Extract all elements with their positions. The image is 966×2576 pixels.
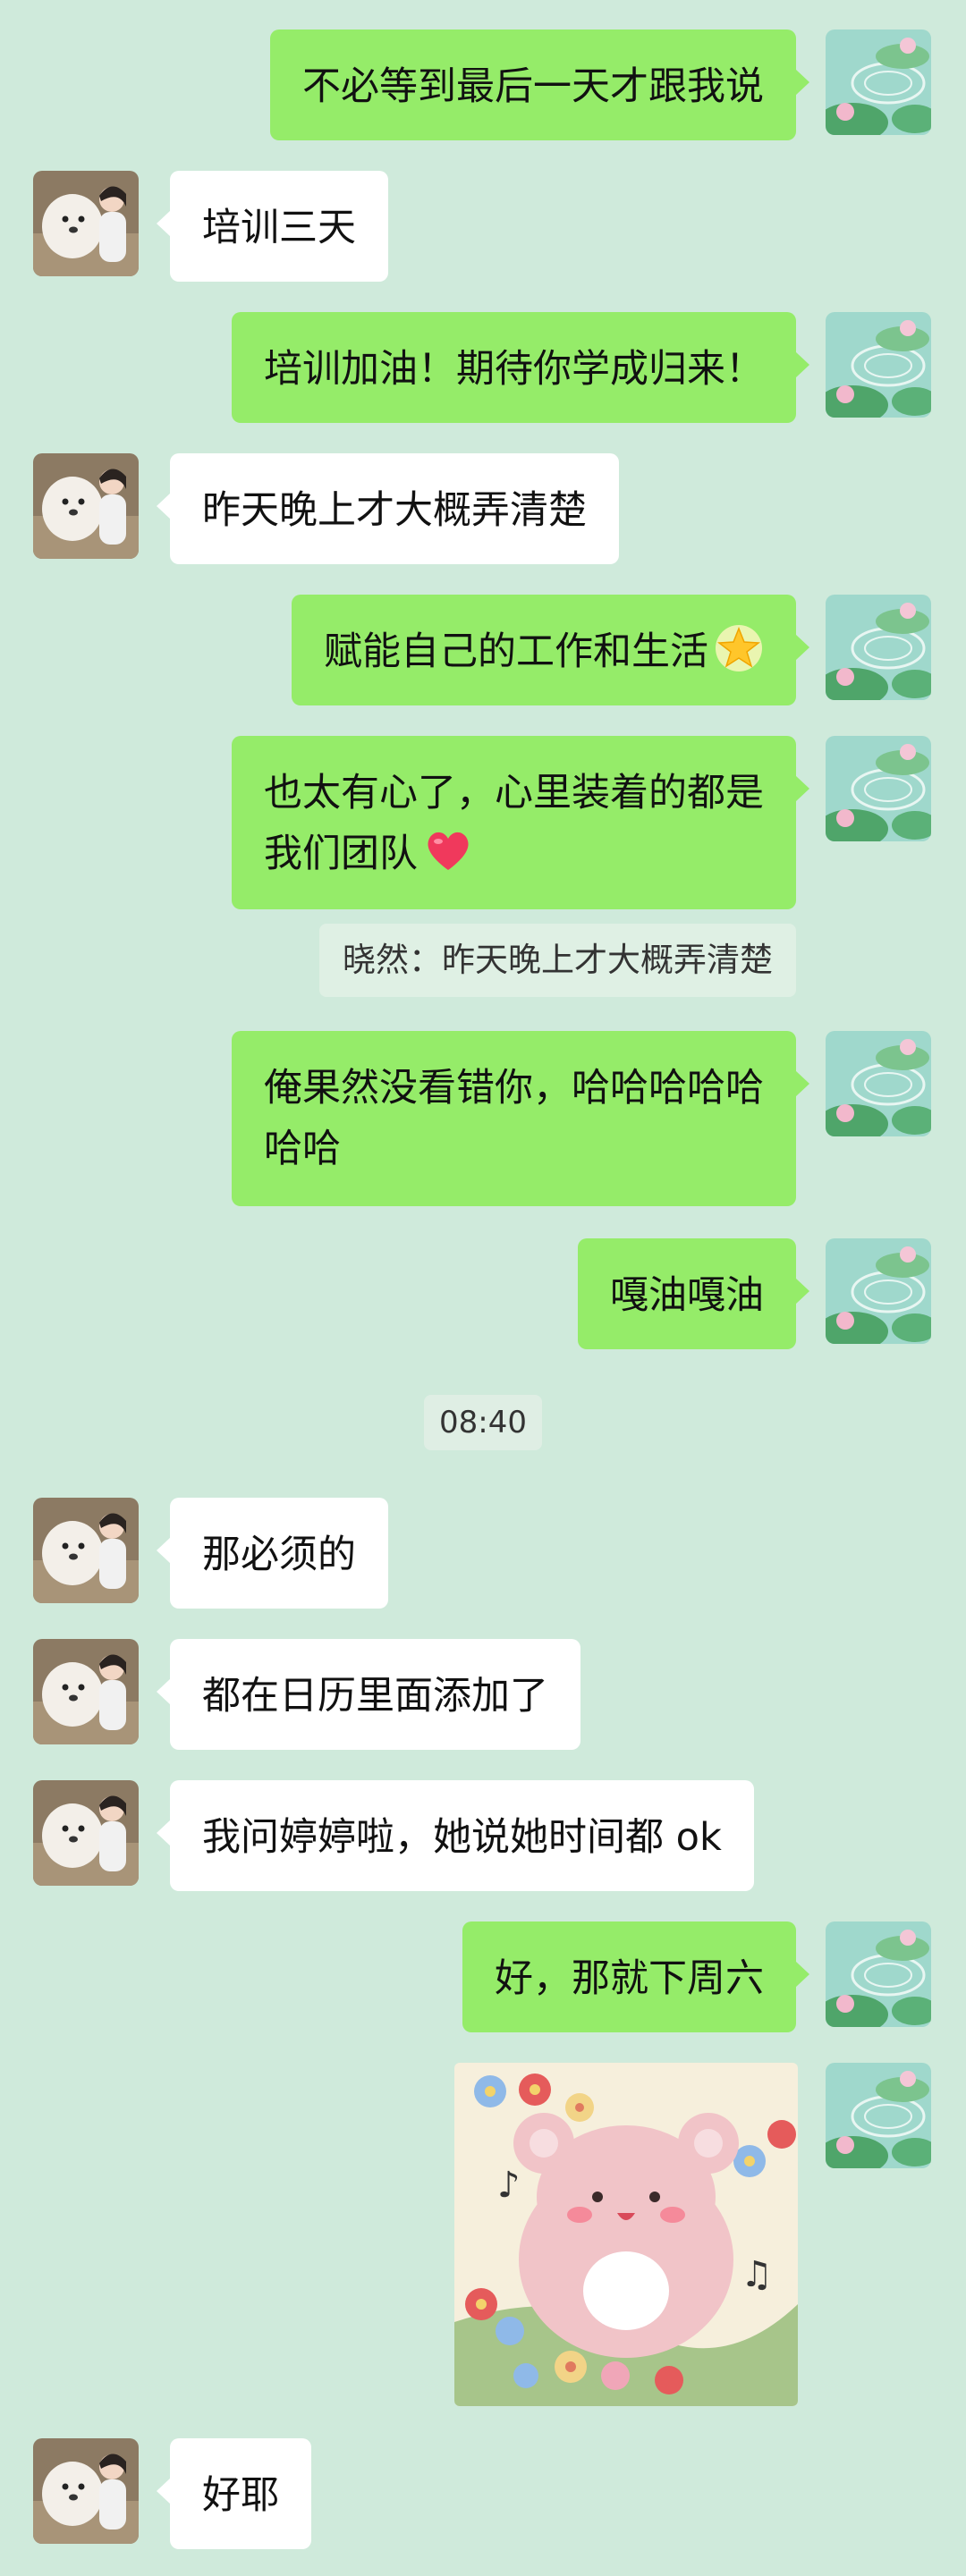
message-text: 赋能自己的工作和生活 — [324, 629, 708, 674]
my-avatar[interactable] — [826, 1921, 931, 2027]
bear-sticker-icon: ♪ ♫ — [454, 2063, 798, 2406]
timestamp: 08:40 — [424, 1395, 542, 1450]
my-avatar[interactable] — [826, 312, 931, 418]
message-bubble-outgoing[interactable]: 也太有心了，心里装着的都是 我们团队 — [232, 736, 809, 909]
message-text: 昨天晚上才大概弄清楚 — [202, 488, 587, 533]
message-bubble-incoming[interactable]: 我问婷婷啦，她说她时间都 ok — [157, 1780, 754, 1891]
contact-avatar[interactable] — [33, 453, 139, 559]
message-bubble-outgoing[interactable]: 赋能自己的工作和生活 — [292, 595, 809, 705]
heart-icon — [428, 832, 469, 870]
message-text: 都在日历里面添加了 — [202, 1674, 548, 1719]
svg-text:♪: ♪ — [497, 2165, 521, 2206]
chat-area: 不必等到最后一天才跟我说 培训三天 培训加油！期待你学成归来！ 昨天晚上才大概弄… — [0, 0, 966, 2576]
message-bubble-outgoing[interactable]: 俺果然没看错你，哈哈哈哈哈 哈哈 — [232, 1031, 809, 1206]
contact-avatar[interactable] — [33, 1780, 139, 1886]
message-bubble-outgoing[interactable]: 好，那就下周六 — [462, 1921, 809, 2032]
message-text: 培训三天 — [202, 206, 356, 250]
message-bubble-outgoing[interactable]: 嘎油嘎油 — [578, 1238, 809, 1349]
message-bubble-incoming[interactable]: 好耶 — [157, 2438, 311, 2549]
my-avatar[interactable] — [826, 595, 931, 700]
message-bubble-incoming[interactable]: 那必须的 — [157, 1498, 388, 1609]
message-text: 好耶 — [202, 2473, 279, 2518]
message-bubble-incoming[interactable]: 都在日历里面添加了 — [157, 1639, 580, 1750]
my-avatar[interactable] — [826, 30, 931, 135]
message-bubble-outgoing[interactable]: 培训加油！期待你学成归来！ — [232, 312, 809, 423]
contact-avatar[interactable] — [33, 2438, 139, 2544]
star-icon — [716, 625, 762, 671]
message-text: 俺果然没看错你，哈哈哈哈哈 哈哈 — [264, 1066, 764, 1171]
contact-avatar[interactable] — [33, 171, 139, 276]
message-bubble-incoming[interactable]: 培训三天 — [157, 171, 388, 282]
svg-text:♫: ♫ — [741, 2254, 773, 2295]
message-text: 不必等到最后一天才跟我说 — [302, 64, 764, 109]
message-text: 我问婷婷啦，她说她时间都 ok — [202, 1815, 722, 1860]
message-bubble-outgoing[interactable]: 不必等到最后一天才跟我说 — [270, 30, 809, 140]
contact-avatar[interactable] — [33, 1498, 139, 1603]
message-text: 也太有心了，心里装着的都是 我们团队 — [264, 771, 764, 876]
my-avatar[interactable] — [826, 2063, 931, 2168]
message-text: 好，那就下周六 — [495, 1956, 764, 2001]
my-avatar[interactable] — [826, 1238, 931, 1344]
message-text: 培训加油！期待你学成归来！ — [264, 347, 764, 392]
message-bubble-incoming[interactable]: 昨天晚上才大概弄清楚 — [157, 453, 619, 564]
message-text: 那必须的 — [202, 1533, 356, 1577]
sticker-message[interactable]: ♪ ♫ — [454, 2063, 798, 2406]
contact-avatar[interactable] — [33, 1639, 139, 1744]
my-avatar[interactable] — [826, 736, 931, 841]
my-avatar[interactable] — [826, 1031, 931, 1136]
quoted-message[interactable]: 晓然：昨天晚上才大概弄清楚 — [319, 924, 796, 997]
message-text: 嘎油嘎油 — [610, 1273, 764, 1318]
